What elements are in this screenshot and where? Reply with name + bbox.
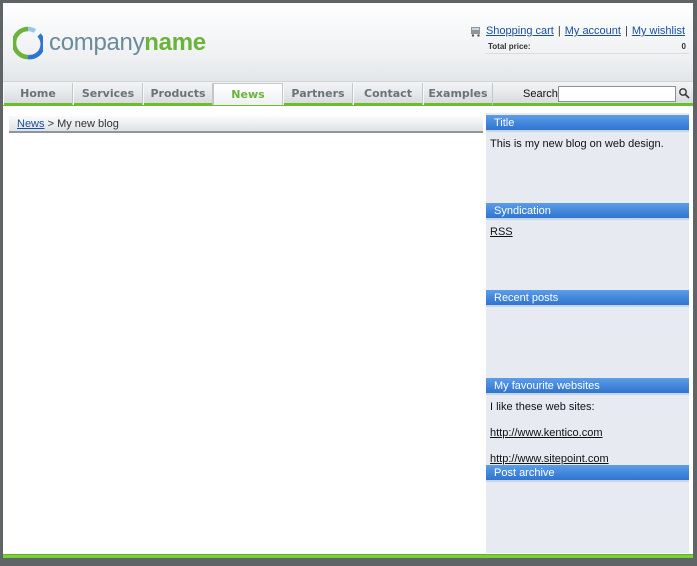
widget-syndication: Syndication RSS xyxy=(486,203,689,245)
favourites-intro: I like these web sites: xyxy=(490,401,595,413)
widget-heading: Post archive xyxy=(486,465,689,482)
website-link-kentico[interactable]: http://www.kentico.com xyxy=(490,427,603,439)
blog-description: This is my new blog on web design. xyxy=(490,138,664,150)
breadcrumb-current: My new blog xyxy=(57,118,119,130)
widget-body: RSS xyxy=(486,220,689,245)
nav-item-news[interactable]: News xyxy=(213,83,283,105)
search-label: Search: xyxy=(523,88,561,100)
breadcrumb-separator: > xyxy=(47,118,55,130)
page-frame: companyname Shopping cart | My account |… xyxy=(3,3,693,558)
search-icon[interactable] xyxy=(678,87,690,99)
logo-ring-icon xyxy=(13,26,43,60)
nav-item-partners[interactable]: Partners xyxy=(283,83,353,105)
breadcrumb-news-link[interactable]: News xyxy=(17,118,45,130)
widget-recent-posts: Recent posts xyxy=(486,290,689,307)
nav-item-examples[interactable]: Examples xyxy=(423,83,493,105)
nav-item-services[interactable]: Services xyxy=(73,83,143,105)
nav-item-contact[interactable]: Contact xyxy=(353,83,423,105)
nav-item-home[interactable]: Home xyxy=(3,83,73,105)
logo-text: companyname xyxy=(49,29,206,57)
nav-item-products[interactable]: Products xyxy=(143,83,213,105)
widget-heading: My favourite websites xyxy=(486,378,689,395)
link-separator: | xyxy=(624,25,628,37)
widget-post-archive: Post archive xyxy=(486,465,689,482)
widget-body: This is my new blog on web design. xyxy=(486,132,689,157)
my-account-link[interactable]: My account xyxy=(565,25,621,37)
widget-title: Title This is my new blog on web design. xyxy=(486,115,689,157)
breadcrumb: News > My new blog xyxy=(9,116,483,133)
website-link-sitepoint[interactable]: http://www.sitepoint.com xyxy=(490,453,609,465)
total-price-value: 0 xyxy=(681,42,686,51)
logo-text-company: company xyxy=(49,29,145,56)
widget-heading: Syndication xyxy=(486,203,689,220)
my-wishlist-link[interactable]: My wishlist xyxy=(632,25,685,37)
top-links: Shopping cart | My account | My wishlist xyxy=(470,25,685,37)
total-price: Total price: 0 xyxy=(485,40,689,54)
total-price-label: Total price: xyxy=(488,42,531,51)
logo-text-name: name xyxy=(144,29,206,56)
widget-heading: Title xyxy=(486,115,689,132)
search-input[interactable] xyxy=(558,86,676,102)
link-separator: | xyxy=(557,25,561,37)
shopping-cart-link[interactable]: Shopping cart xyxy=(486,25,554,37)
header: companyname Shopping cart | My account |… xyxy=(3,3,693,82)
logo[interactable]: companyname xyxy=(13,23,206,63)
sidebar: Title This is my new blog on web design.… xyxy=(486,113,689,553)
widget-heading: Recent posts xyxy=(486,290,689,307)
rss-link[interactable]: RSS xyxy=(490,226,513,238)
footer-bar xyxy=(3,554,693,558)
main-nav: Home Services Products News Partners Con… xyxy=(3,82,693,106)
shopping-cart-icon xyxy=(470,27,480,37)
